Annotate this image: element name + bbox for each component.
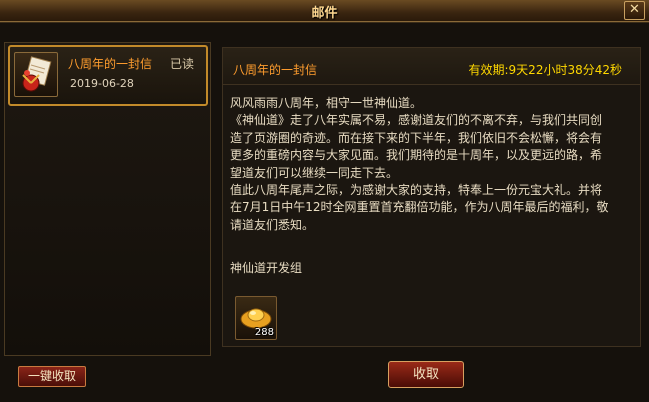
mail-body-line: 《神仙道》走了八年实属不易，感谢道友们的不离不弃，与我们共同创 — [230, 113, 603, 128]
mail-body: 风风雨雨八周年，相守一世神仙道。 《神仙道》走了八年实属不易，感谢道友们的不离不… — [230, 95, 630, 234]
mail-list-item[interactable]: 八周年的一封信 已读 2019-06-28 — [8, 45, 208, 106]
letter-gift-icon — [14, 52, 58, 97]
mail-body-line: 值此八周年尾声之际，为感谢大家的支持，特奉上一份元宝大礼。并将 — [230, 183, 603, 198]
mail-validity: 有效期:9天22小时38分42秒 — [468, 63, 623, 77]
close-button[interactable]: ✕ — [624, 1, 645, 20]
window-title: 邮件 — [311, 6, 338, 21]
mail-body-line: 望道友们可以继续一同走下去。 — [230, 165, 399, 180]
mail-signature: 神仙道开发组 — [230, 261, 303, 275]
collect-all-button[interactable]: 一键收取 — [18, 366, 86, 387]
attachment-slot[interactable]: 288 — [235, 296, 277, 340]
mail-body-line: 造了页游圈的奇迹。而在接下来的下半年，我们依旧不会松懈，将会有 — [230, 130, 603, 145]
mail-detail-subject: 八周年的一封信 — [233, 63, 318, 77]
attachment-count: 288 — [254, 327, 274, 338]
window-titlebar: 邮件 ✕ — [0, 0, 649, 22]
mail-item-date: 2019-06-28 — [70, 77, 134, 90]
mail-body-line: 在7月1日中午12时全网重置首充翻倍功能，作为八周年最后的福利，敬 — [230, 200, 609, 215]
mail-item-status: 已读 — [170, 57, 195, 71]
mail-body-line: 更多的重磅内容与大家见面。我们期待的是十周年，以及更远的路，希 — [230, 148, 603, 163]
mail-detail-header: 八周年的一封信 有效期:9天22小时38分42秒 — [222, 47, 641, 85]
mail-item-subject: 八周年的一封信 — [68, 57, 153, 71]
mail-body-line: 请道友们悉知。 — [230, 217, 315, 232]
mail-body-line: 风风雨雨八周年，相守一世神仙道。 — [230, 96, 423, 110]
collect-button[interactable]: 收取 — [388, 361, 464, 388]
